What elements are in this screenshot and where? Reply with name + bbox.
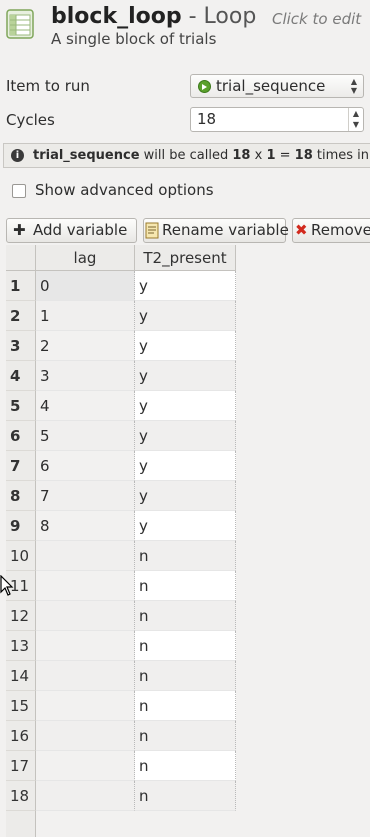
row-header[interactable]: 13 bbox=[6, 631, 36, 661]
table-cell-lag[interactable] bbox=[36, 631, 135, 661]
item-header: block_loop - Loop Click to edit A single… bbox=[0, 0, 370, 58]
table-cell-lag[interactable]: 4 bbox=[36, 391, 135, 421]
summary-text-2: x bbox=[250, 148, 267, 163]
plus-icon: ✚ bbox=[13, 221, 26, 239]
table-cell-t2-present[interactable]: y bbox=[135, 331, 236, 361]
row-header[interactable]: 8 bbox=[6, 481, 36, 511]
remove-variable-button[interactable]: ✖ Remove bbox=[292, 218, 370, 243]
table-corner[interactable] bbox=[6, 245, 36, 271]
table-cell-lag[interactable]: 0 bbox=[36, 271, 135, 301]
mouse-cursor-icon bbox=[0, 575, 14, 596]
column-header-lag[interactable]: lag bbox=[36, 245, 135, 271]
table-cell-lag[interactable] bbox=[36, 601, 135, 631]
rename-variable-button[interactable]: Rename variable bbox=[143, 218, 289, 243]
table-cell-t2-present[interactable]: y bbox=[135, 451, 236, 481]
summary-item: trial_sequence bbox=[33, 148, 140, 163]
row-header[interactable]: 6 bbox=[6, 421, 36, 451]
column-header-t2-present[interactable]: T2_present bbox=[135, 245, 236, 271]
table-cell-t2-present[interactable]: n bbox=[135, 661, 236, 691]
rename-variable-label: Rename variable bbox=[162, 221, 289, 239]
row-header[interactable]: 7 bbox=[6, 451, 36, 481]
table-cell-t2-present[interactable]: y bbox=[135, 421, 236, 451]
table-cell-t2-present[interactable]: n bbox=[135, 721, 236, 751]
table-cell-lag[interactable] bbox=[36, 751, 135, 781]
table-cell-lag[interactable]: 6 bbox=[36, 451, 135, 481]
item-to-run-label: Item to run bbox=[6, 77, 90, 95]
table-cell-lag[interactable]: 8 bbox=[36, 511, 135, 541]
loop-summary-bar: i trial_sequence will be called 18 x 1 =… bbox=[3, 143, 370, 168]
item-title[interactable]: block_loop - Loop bbox=[51, 3, 256, 31]
table-cell-t2-present[interactable]: y bbox=[135, 301, 236, 331]
row-header[interactable]: 12 bbox=[6, 601, 36, 631]
table-cell-t2-present[interactable]: n bbox=[135, 541, 236, 571]
row-header[interactable]: 17 bbox=[6, 751, 36, 781]
row-header-filler bbox=[6, 811, 36, 837]
show-advanced-label[interactable]: Show advanced options bbox=[35, 181, 214, 199]
summary-total: 18 bbox=[294, 148, 313, 163]
table-cell-t2-present[interactable]: y bbox=[135, 361, 236, 391]
row-header[interactable]: 18 bbox=[6, 781, 36, 811]
item-to-run-select[interactable]: trial_sequence ▲ ▼ bbox=[190, 74, 364, 98]
cycles-spinbox[interactable]: 18 ▲ ▼ bbox=[190, 107, 364, 132]
table-cell-t2-present[interactable]: n bbox=[135, 601, 236, 631]
table-cell-t2-present[interactable]: n bbox=[135, 631, 236, 661]
item-to-run-value: trial_sequence bbox=[216, 77, 326, 95]
row-header[interactable]: 3 bbox=[6, 331, 36, 361]
row-header[interactable]: 2 bbox=[6, 301, 36, 331]
loop-table-icon bbox=[6, 9, 34, 39]
add-variable-label: Add variable bbox=[33, 221, 128, 239]
summary-text-4: times in bbox=[312, 148, 370, 163]
table-cell-t2-present[interactable]: y bbox=[135, 511, 236, 541]
loop-summary-text: trial_sequence will be called 18 x 1 = 1… bbox=[33, 144, 370, 167]
info-icon: i bbox=[11, 149, 24, 162]
summary-text-1: will be called bbox=[139, 148, 233, 163]
table-cell-lag[interactable]: 2 bbox=[36, 331, 135, 361]
item-description[interactable]: A single block of trials bbox=[51, 30, 216, 48]
click-to-edit-hint[interactable]: Click to edit bbox=[272, 10, 361, 28]
table-cell-lag[interactable] bbox=[36, 541, 135, 571]
table-cell-t2-present[interactable]: y bbox=[135, 271, 236, 301]
table-cell-lag[interactable]: 7 bbox=[36, 481, 135, 511]
delete-icon: ✖ bbox=[295, 221, 308, 239]
table-cell-lag[interactable] bbox=[36, 661, 135, 691]
table-cell-lag[interactable] bbox=[36, 571, 135, 601]
cycles-value: 18 bbox=[197, 110, 217, 128]
spin-arrows-icon[interactable]: ▲ ▼ bbox=[348, 108, 363, 131]
add-variable-button[interactable]: ✚ Add variable bbox=[6, 218, 137, 243]
row-header[interactable]: 1 bbox=[6, 271, 36, 301]
item-name[interactable]: block_loop bbox=[51, 4, 182, 29]
remove-variable-label: Remove bbox=[311, 221, 370, 239]
summary-cycles: 18 bbox=[232, 148, 251, 163]
table-cell-t2-present[interactable]: n bbox=[135, 691, 236, 721]
table-cell-t2-present[interactable]: y bbox=[135, 391, 236, 421]
table-cell-t2-present[interactable]: n bbox=[135, 781, 236, 811]
title-separator: - bbox=[188, 4, 197, 29]
table-cell-lag[interactable] bbox=[36, 721, 135, 751]
show-advanced-checkbox[interactable] bbox=[12, 184, 26, 198]
row-header[interactable]: 15 bbox=[6, 691, 36, 721]
table-cell-t2-present[interactable]: n bbox=[135, 751, 236, 781]
row-header[interactable]: 4 bbox=[6, 361, 36, 391]
cycles-label: Cycles bbox=[6, 111, 55, 129]
row-header[interactable]: 9 bbox=[6, 511, 36, 541]
sequence-icon bbox=[198, 80, 211, 93]
table-cell-lag[interactable] bbox=[36, 691, 135, 721]
summary-text-3: = bbox=[275, 148, 295, 163]
rename-icon bbox=[145, 219, 160, 242]
row-header[interactable]: 14 bbox=[6, 661, 36, 691]
table-cell-lag[interactable] bbox=[36, 781, 135, 811]
updown-arrows-icon: ▲ ▼ bbox=[350, 77, 357, 95]
table-cell-lag[interactable]: 3 bbox=[36, 361, 135, 391]
row-header[interactable]: 16 bbox=[6, 721, 36, 751]
item-type: Loop bbox=[203, 4, 257, 29]
table-cell-lag[interactable]: 1 bbox=[36, 301, 135, 331]
row-header[interactable]: 5 bbox=[6, 391, 36, 421]
table-cell-lag[interactable]: 5 bbox=[36, 421, 135, 451]
table-cell-t2-present[interactable]: n bbox=[135, 571, 236, 601]
table-cell-t2-present[interactable]: y bbox=[135, 481, 236, 511]
row-header[interactable]: 10 bbox=[6, 541, 36, 571]
